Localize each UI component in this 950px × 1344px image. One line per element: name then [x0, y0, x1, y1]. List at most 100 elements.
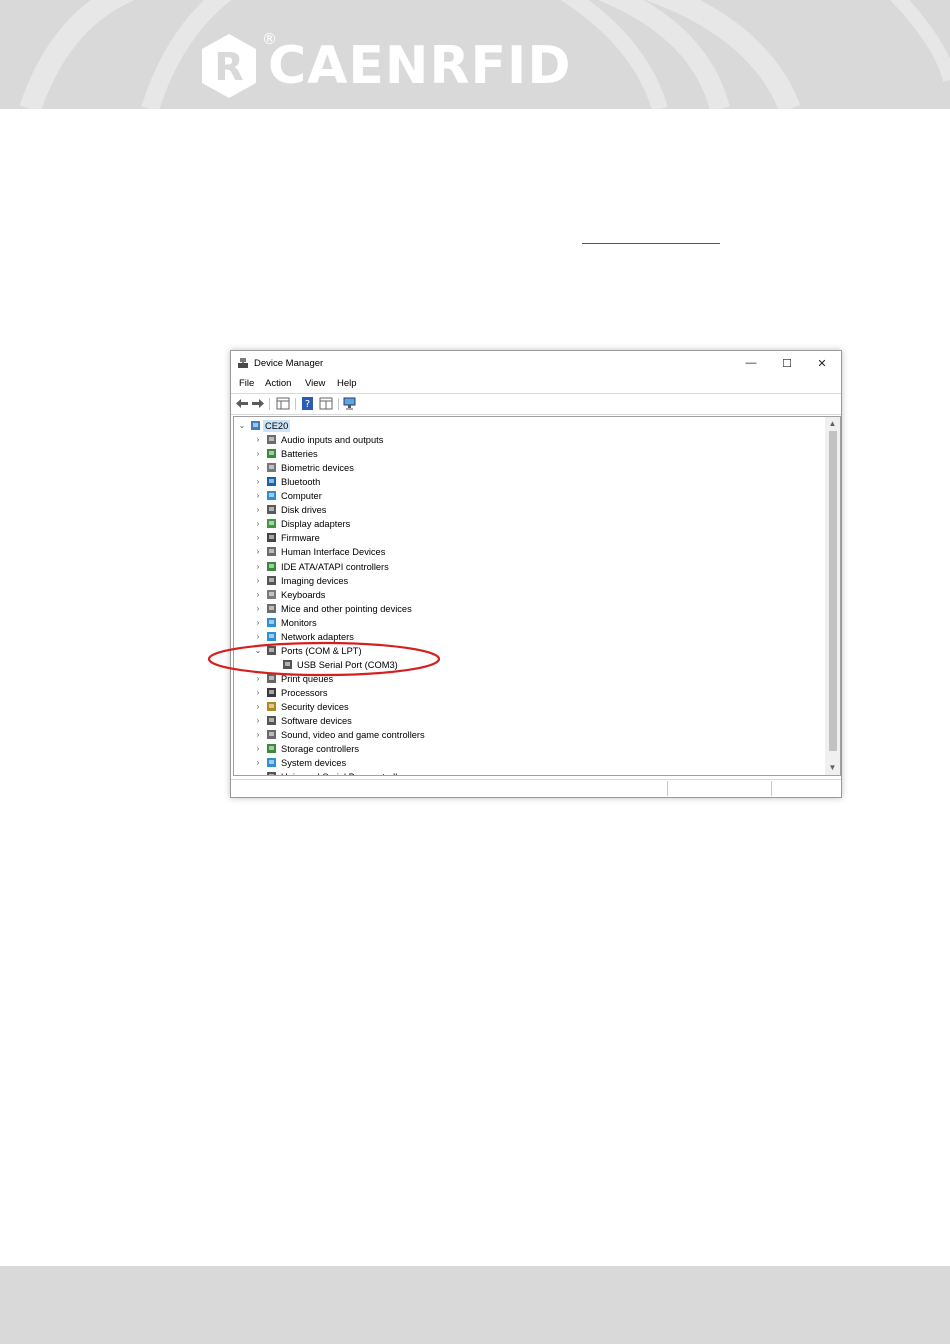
- system-icon: [267, 758, 276, 768]
- menu-file[interactable]: File: [239, 378, 254, 389]
- tree-item[interactable]: › Keyboards: [234, 588, 824, 602]
- disk-drive-icon: [267, 505, 276, 515]
- tree-item[interactable]: › Disk drives: [234, 503, 824, 517]
- chevron-right-icon[interactable]: ›: [254, 773, 262, 775]
- chevron-right-icon[interactable]: ›: [254, 717, 262, 725]
- tree-item-label: Security devices: [281, 702, 349, 712]
- scroll-up-icon[interactable]: ▲: [828, 419, 837, 428]
- monitor-icon: [267, 491, 276, 501]
- tree-item[interactable]: › Software devices: [234, 714, 824, 728]
- tree-item[interactable]: › Display adapters: [234, 517, 824, 531]
- toolbar: ?: [231, 393, 841, 415]
- page-header-band: R CAENRFID ®: [0, 0, 950, 109]
- tree-item[interactable]: › Universal Serial Bus controllers: [234, 770, 824, 775]
- tree-item[interactable]: › Batteries: [234, 447, 824, 461]
- back-arrow-icon[interactable]: [235, 397, 249, 410]
- software-icon: [267, 716, 276, 726]
- tree-item-label: Disk drives: [281, 505, 327, 516]
- chevron-right-icon[interactable]: ›: [254, 576, 262, 585]
- tree-item[interactable]: › Firmware: [234, 531, 824, 545]
- tree-root[interactable]: ⌄ CE20: [234, 419, 824, 433]
- chevron-right-icon[interactable]: ›: [254, 590, 262, 599]
- chevron-right-icon[interactable]: ›: [254, 520, 262, 528]
- title-bar[interactable]: Device Manager — ☐ ✕: [231, 351, 841, 375]
- battery-icon: [267, 449, 276, 459]
- tree-item[interactable]: › System devices: [234, 756, 824, 770]
- close-button[interactable]: ✕: [805, 354, 839, 372]
- chevron-down-icon[interactable]: ⌄: [238, 422, 246, 430]
- tree-item-label: Computer: [281, 491, 322, 502]
- tree-item-label: Firmware: [281, 533, 320, 544]
- monitor-icon: [267, 617, 276, 627]
- chip-icon: [267, 533, 276, 543]
- tree-item[interactable]: › Processors: [234, 686, 824, 700]
- tree-item-label: Universal Serial Bus controllers: [281, 771, 410, 775]
- help-icon[interactable]: ?: [301, 397, 315, 410]
- chevron-right-icon[interactable]: ›: [254, 618, 262, 627]
- chevron-right-icon[interactable]: ›: [254, 548, 262, 556]
- properties-grid-icon[interactable]: [276, 397, 290, 410]
- chevron-right-icon[interactable]: ›: [254, 688, 262, 697]
- tree-item[interactable]: › Security devices: [234, 700, 824, 714]
- tree-item-label: Keyboards: [281, 589, 326, 600]
- scan-hardware-icon[interactable]: [343, 397, 357, 410]
- chevron-right-icon[interactable]: ›: [254, 703, 262, 711]
- display-adapter-icon: [267, 519, 276, 529]
- page-footer-band: [0, 1266, 950, 1344]
- tree-item[interactable]: › Audio inputs and outputs: [234, 433, 824, 447]
- storage-icon: [267, 744, 276, 754]
- tree-item[interactable]: › IDE ATA/ATAPI controllers: [234, 560, 824, 574]
- chevron-right-icon[interactable]: ›: [254, 562, 262, 571]
- chevron-right-icon[interactable]: ›: [254, 534, 262, 542]
- tree-item[interactable]: › Storage controllers: [234, 742, 824, 756]
- tree-item-label: Storage controllers: [281, 744, 360, 755]
- tree-item[interactable]: › Biometric devices: [234, 461, 824, 475]
- chevron-right-icon[interactable]: ›: [254, 436, 262, 444]
- chevron-right-icon[interactable]: ›: [254, 731, 262, 739]
- menu-view[interactable]: View: [305, 378, 325, 389]
- chevron-right-icon[interactable]: ›: [254, 759, 262, 767]
- svg-text:?: ?: [305, 399, 310, 410]
- forward-arrow-icon[interactable]: [251, 397, 265, 410]
- chevron-right-icon[interactable]: ›: [254, 506, 262, 514]
- security-icon: [267, 702, 276, 711]
- minimize-button[interactable]: —: [734, 354, 768, 372]
- hyperlink-underline[interactable]: [582, 243, 720, 244]
- tree-item-label: Display adapters: [281, 519, 351, 530]
- status-bar: [231, 779, 841, 797]
- maximize-button[interactable]: ☐: [770, 354, 804, 372]
- chevron-right-icon[interactable]: ›: [254, 745, 262, 753]
- brand-name: CAENRFID: [268, 36, 572, 96]
- controller-icon: [267, 561, 276, 571]
- usb-icon: [267, 772, 276, 775]
- speaker-icon: [267, 435, 276, 445]
- chevron-right-icon[interactable]: ›: [254, 450, 262, 458]
- tree-item[interactable]: › Sound, video and game controllers: [234, 728, 824, 742]
- tree-item-label: Processors: [281, 687, 328, 698]
- fingerprint-icon: [267, 463, 276, 473]
- tree-item-label: Sound, video and game controllers: [281, 730, 425, 741]
- tree-item-label: Human Interface Devices: [281, 547, 386, 558]
- tree-item[interactable]: › Human Interface Devices: [234, 545, 824, 559]
- view-grid-icon[interactable]: [319, 397, 333, 410]
- chevron-right-icon[interactable]: ›: [254, 464, 262, 472]
- scroll-thumb[interactable]: [829, 431, 837, 751]
- menu-action[interactable]: Action: [265, 378, 291, 389]
- tree-item[interactable]: › Computer: [234, 489, 824, 503]
- tree-item[interactable]: › Monitors: [234, 616, 824, 630]
- chevron-right-icon[interactable]: ›: [254, 478, 262, 486]
- computer-icon: [251, 421, 260, 430]
- device-manager-window: Device Manager — ☐ ✕ File Action View He…: [230, 350, 842, 798]
- tree-item[interactable]: › Mice and other pointing devices: [234, 602, 824, 616]
- vertical-scrollbar[interactable]: ▲ ▼: [825, 417, 840, 775]
- tree-item[interactable]: › Imaging devices: [234, 574, 824, 588]
- chevron-right-icon[interactable]: ›: [254, 604, 262, 613]
- tree-item[interactable]: › Bluetooth: [234, 475, 824, 489]
- chevron-right-icon[interactable]: ›: [254, 492, 262, 500]
- highlight-ellipse: [207, 641, 441, 677]
- scroll-down-icon[interactable]: ▼: [828, 763, 837, 772]
- menu-bar: File Action View Help: [231, 376, 841, 392]
- menu-help[interactable]: Help: [337, 378, 357, 389]
- tree-item-label: Bluetooth: [281, 477, 321, 488]
- logo-hexagon-icon: R: [198, 32, 260, 100]
